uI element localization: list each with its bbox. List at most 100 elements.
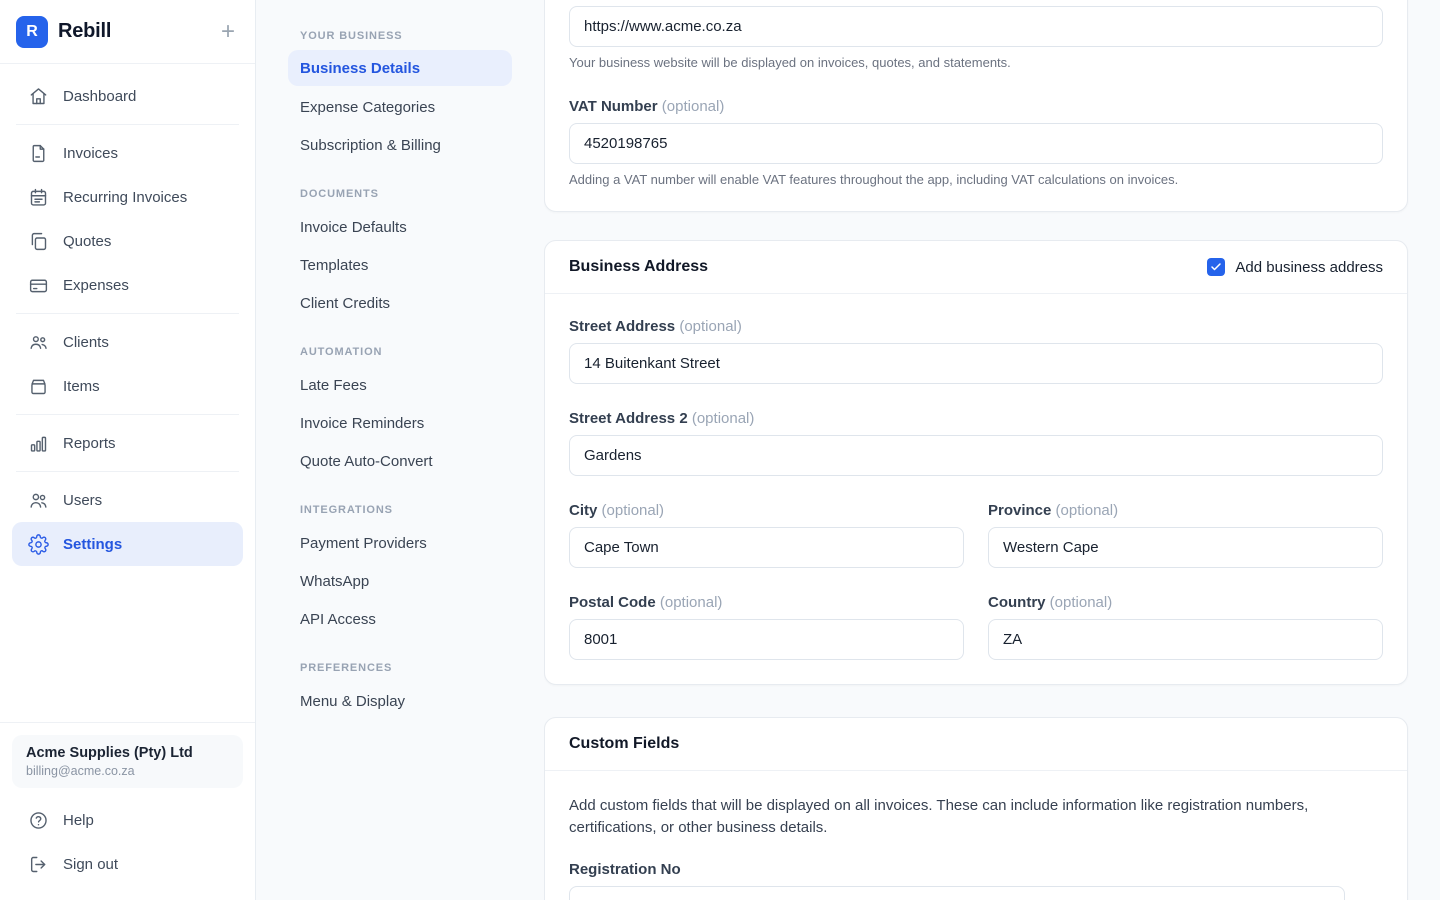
business-address-card: Business Address Add business address St… xyxy=(544,240,1408,685)
settings-section-title: PREFERENCES xyxy=(300,662,512,674)
street-address-2-field: Street Address 2 (optional) xyxy=(569,410,1383,476)
settings-nav-business-details[interactable]: Business Details xyxy=(288,50,512,86)
custom-fields-card: Custom Fields Add custom fields that wil… xyxy=(544,717,1408,900)
custom-fields-body: Add custom fields that will be displayed… xyxy=(545,771,1407,900)
sidebar-footer: Acme Supplies (Pty) Ltd billing@acme.co.… xyxy=(0,722,255,900)
sidebar-item-reports[interactable]: Reports xyxy=(12,421,243,465)
sidebar-header: R Rebill + xyxy=(0,0,255,64)
app-name: Rebill xyxy=(58,20,111,43)
users-icon xyxy=(28,490,49,511)
street-address-input[interactable] xyxy=(569,343,1383,384)
province-label: Province (optional) xyxy=(988,502,1383,519)
province-input[interactable] xyxy=(988,527,1383,568)
checkbox-checked[interactable] xyxy=(1207,258,1225,276)
app-logo-letter: R xyxy=(26,23,38,41)
sidebar-nav: Dashboard Invoices Recurring Invoices Qu… xyxy=(0,64,255,566)
website-input[interactable] xyxy=(569,6,1383,47)
account-email: billing@acme.co.za xyxy=(26,764,229,778)
optional-tag: (optional) xyxy=(692,410,755,427)
country-label: Country (optional) xyxy=(988,594,1383,611)
check-icon xyxy=(1210,261,1222,273)
settings-nav-menu-display[interactable]: Menu & Display xyxy=(288,682,512,720)
settings-nav-payment-providers[interactable]: Payment Providers xyxy=(288,524,512,562)
sidebar-item-users[interactable]: Users xyxy=(12,478,243,522)
divider xyxy=(16,313,239,314)
app-logo: R xyxy=(16,16,48,48)
sidebar-item-label: Clients xyxy=(63,334,109,351)
settings-nav-whatsapp[interactable]: WhatsApp xyxy=(288,562,512,600)
sidebar-item-label: Recurring Invoices xyxy=(63,189,187,206)
custom-fields-title: Custom Fields xyxy=(569,735,679,753)
sidebar-item-recurring-invoices[interactable]: Recurring Invoices xyxy=(12,175,243,219)
settings-nav-client-credits[interactable]: Client Credits xyxy=(288,284,512,322)
business-address-body: Street Address (optional) Street Address… xyxy=(545,294,1407,684)
settings-nav-quote-auto-convert[interactable]: Quote Auto-Convert xyxy=(288,442,512,480)
city-input[interactable] xyxy=(569,527,964,568)
settings-nav-subscription-billing[interactable]: Subscription & Billing xyxy=(288,126,512,164)
city-field: City (optional) xyxy=(569,502,964,568)
settings-nav-templates[interactable]: Templates xyxy=(288,246,512,284)
sign-out-button[interactable]: Sign out xyxy=(12,842,243,886)
box-icon xyxy=(28,376,49,397)
settings-section-title: YOUR BUSINESS xyxy=(300,30,512,42)
postal-code-input[interactable] xyxy=(569,619,964,660)
sidebar-item-label: Dashboard xyxy=(63,88,136,105)
optional-tag: (optional) xyxy=(602,502,665,519)
street-address-2-label: Street Address 2 (optional) xyxy=(569,410,1383,427)
vat-input[interactable] xyxy=(569,123,1383,164)
settings-nav-late-fees[interactable]: Late Fees xyxy=(288,366,512,404)
street-address-label: Street Address (optional) xyxy=(569,318,1383,335)
vat-label: VAT Number (optional) xyxy=(569,98,1383,115)
optional-tag: (optional) xyxy=(1056,502,1119,519)
sidebar-item-settings[interactable]: Settings xyxy=(12,522,243,566)
sidebar-item-label: Users xyxy=(63,492,102,509)
sidebar-item-label: Reports xyxy=(63,435,116,452)
divider xyxy=(16,414,239,415)
settings-section-title: INTEGRATIONS xyxy=(300,504,512,516)
account-name: Acme Supplies (Pty) Ltd xyxy=(26,745,229,761)
sidebar-item-clients[interactable]: Clients xyxy=(12,320,243,364)
sidebar-item-items[interactable]: Items xyxy=(12,364,243,408)
gear-icon xyxy=(28,534,49,555)
main-content: Your business website will be displayed … xyxy=(544,0,1440,900)
vat-field: VAT Number (optional) Adding a VAT numbe… xyxy=(569,98,1383,187)
people-icon xyxy=(28,332,49,353)
custom-fields-description: Add custom fields that will be displayed… xyxy=(569,795,1349,839)
postal-code-label: Postal Code (optional) xyxy=(569,594,964,611)
registration-no-field: Registration No xyxy=(569,861,1383,900)
website-help-text: Your business website will be displayed … xyxy=(569,55,1383,70)
sign-out-label: Sign out xyxy=(63,856,118,873)
invoice-icon xyxy=(28,143,49,164)
home-icon xyxy=(28,86,49,107)
business-address-title: Business Address xyxy=(569,258,708,276)
divider xyxy=(16,471,239,472)
sidebar-item-label: Invoices xyxy=(63,145,118,162)
sidebar-item-quotes[interactable]: Quotes xyxy=(12,219,243,263)
create-new-button[interactable]: + xyxy=(217,20,239,44)
sidebar-item-dashboard[interactable]: Dashboard xyxy=(12,74,243,118)
settings-nav-invoice-reminders[interactable]: Invoice Reminders xyxy=(288,404,512,442)
sidebar-item-expenses[interactable]: Expenses xyxy=(12,263,243,307)
business-info-card: Your business website will be displayed … xyxy=(544,0,1408,212)
postal-code-field: Postal Code (optional) xyxy=(569,594,964,660)
country-input[interactable] xyxy=(988,619,1383,660)
help-button[interactable]: Help xyxy=(12,798,243,842)
settings-nav-expense-categories[interactable]: Expense Categories xyxy=(288,88,512,126)
optional-tag: (optional) xyxy=(679,318,742,335)
account-card[interactable]: Acme Supplies (Pty) Ltd billing@acme.co.… xyxy=(12,735,243,788)
sidebar-item-label: Expenses xyxy=(63,277,129,294)
add-business-address-toggle[interactable]: Add business address xyxy=(1207,258,1383,276)
help-icon xyxy=(28,810,49,831)
optional-tag: (optional) xyxy=(660,594,723,611)
business-address-header: Business Address Add business address xyxy=(545,241,1407,294)
signout-icon xyxy=(28,854,49,875)
city-label: City (optional) xyxy=(569,502,964,519)
sidebar-item-label: Quotes xyxy=(63,233,111,250)
custom-fields-header: Custom Fields xyxy=(545,718,1407,771)
street-address-2-input[interactable] xyxy=(569,435,1383,476)
calendar-icon xyxy=(28,187,49,208)
settings-nav-api-access[interactable]: API Access xyxy=(288,600,512,638)
settings-nav-invoice-defaults[interactable]: Invoice Defaults xyxy=(288,208,512,246)
registration-no-input[interactable] xyxy=(569,886,1345,900)
sidebar-item-invoices[interactable]: Invoices xyxy=(12,131,243,175)
